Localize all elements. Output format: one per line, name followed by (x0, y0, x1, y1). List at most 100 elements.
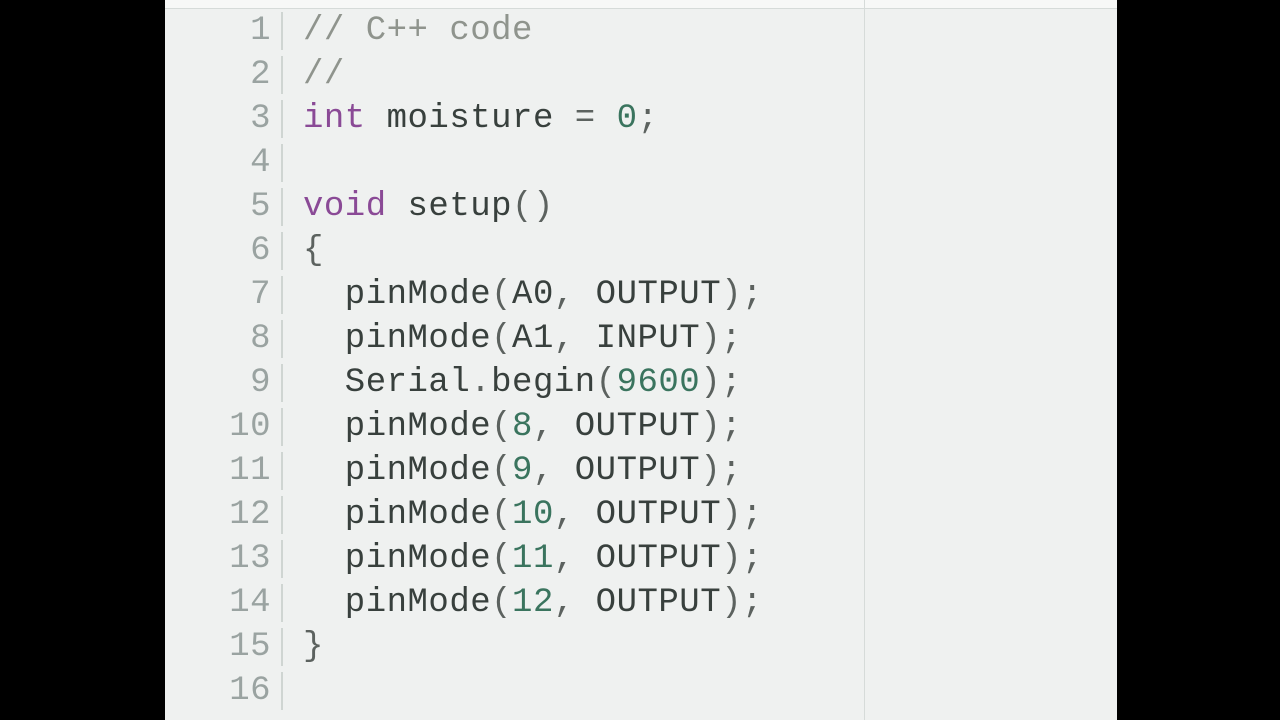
code-token: OUTPUT (596, 276, 721, 314)
code-token: ); (721, 496, 763, 534)
code-text[interactable]: pinMode(10, OUTPUT); (283, 496, 763, 534)
code-token: OUTPUT (575, 408, 700, 446)
code-token: OUTPUT (596, 584, 721, 622)
code-line[interactable]: 12 pinMode(10, OUTPUT); (165, 493, 1117, 537)
code-token: pinMode (303, 452, 491, 490)
code-token: , (533, 452, 575, 490)
code-text[interactable]: pinMode(11, OUTPUT); (283, 540, 763, 578)
code-token: 12 (512, 584, 554, 622)
code-token: // C++ code (303, 12, 533, 50)
code-text[interactable]: { (283, 232, 324, 270)
code-text[interactable]: pinMode(9, OUTPUT); (283, 452, 742, 490)
line-number: 5 (165, 188, 283, 226)
code-token: Serial (303, 364, 470, 402)
code-line[interactable]: 11 pinMode(9, OUTPUT); (165, 449, 1117, 493)
code-token: A0 (512, 276, 554, 314)
code-token: } (303, 628, 324, 666)
code-token: 11 (512, 540, 554, 578)
code-token: ); (721, 540, 763, 578)
code-text[interactable]: } (283, 628, 324, 666)
code-text[interactable]: pinMode(12, OUTPUT); (283, 584, 763, 622)
code-token: 0 (617, 100, 638, 138)
code-token: ( (491, 496, 512, 534)
code-token: ( (491, 276, 512, 314)
code-token: 9 (512, 452, 533, 490)
code-token: . (470, 364, 491, 402)
code-line[interactable]: 13 pinMode(11, OUTPUT); (165, 537, 1117, 581)
code-token: ( (491, 540, 512, 578)
code-token: 9600 (617, 364, 701, 402)
code-token: ( (491, 408, 512, 446)
code-token: ); (700, 364, 742, 402)
code-line[interactable]: 7 pinMode(A0, OUTPUT); (165, 273, 1117, 317)
code-token: , (554, 320, 596, 358)
code-line[interactable]: 9 Serial.begin(9600); (165, 361, 1117, 405)
line-number: 7 (165, 276, 283, 314)
code-token: A1 (512, 320, 554, 358)
code-token: ( (491, 452, 512, 490)
code-token: OUTPUT (575, 452, 700, 490)
code-token: pinMode (303, 584, 491, 622)
code-text[interactable]: pinMode(A0, OUTPUT); (283, 276, 763, 314)
line-number: 8 (165, 320, 283, 358)
line-number: 11 (165, 452, 283, 490)
code-token (596, 100, 617, 138)
line-number: 14 (165, 584, 283, 622)
code-token: ); (721, 276, 763, 314)
code-line[interactable]: 5void setup() (165, 185, 1117, 229)
code-text[interactable]: int moisture = 0; (283, 100, 658, 138)
code-rows[interactable]: 1// C++ code2//3int moisture = 0;45void … (165, 9, 1117, 713)
line-number: 4 (165, 144, 283, 182)
line-number: 12 (165, 496, 283, 534)
code-token: OUTPUT (596, 496, 721, 534)
code-line[interactable]: 16 (165, 669, 1117, 713)
code-token: moisture (366, 100, 575, 138)
code-token: ( (596, 364, 617, 402)
code-line[interactable]: 14 pinMode(12, OUTPUT); (165, 581, 1117, 625)
code-token: ; (637, 100, 658, 138)
code-token: , (554, 584, 596, 622)
code-line[interactable]: 1 // C++ code (165, 9, 1117, 53)
code-token: setup (387, 188, 512, 226)
code-token: INPUT (596, 320, 701, 358)
code-token: ( (491, 584, 512, 622)
code-token: { (303, 232, 324, 270)
code-token: , (554, 540, 596, 578)
code-token: () (512, 188, 554, 226)
code-token: int (303, 100, 366, 138)
line-number: 6 (165, 232, 283, 270)
code-line[interactable]: 10 pinMode(8, OUTPUT); (165, 405, 1117, 449)
code-line[interactable]: 8 pinMode(A1, INPUT); (165, 317, 1117, 361)
code-token: ); (700, 452, 742, 490)
code-token: , (533, 408, 575, 446)
code-token: , (554, 496, 596, 534)
code-token: pinMode (303, 320, 491, 358)
line-number: 3 (165, 100, 283, 138)
code-line[interactable]: 3int moisture = 0; (165, 97, 1117, 141)
code-token: ); (721, 584, 763, 622)
code-editor-pane[interactable]: 1// C++ code2//3int moisture = 0;45void … (165, 0, 1117, 720)
code-line[interactable]: 6{ (165, 229, 1117, 273)
code-text[interactable]: void setup() (283, 188, 554, 226)
line-number: 9 (165, 364, 283, 402)
code-token: begin (491, 364, 596, 402)
code-token: = (575, 100, 596, 138)
code-line[interactable]: 4 (165, 141, 1117, 185)
code-text[interactable]: pinMode(A1, INPUT); (283, 320, 742, 358)
line-number: 10 (165, 408, 283, 446)
code-text[interactable]: Serial.begin(9600); (283, 364, 742, 402)
code-text[interactable]: pinMode(8, OUTPUT); (283, 408, 742, 446)
code-line[interactable]: 15} (165, 625, 1117, 669)
line-number: 16 (165, 672, 283, 710)
code-text[interactable]: // (283, 56, 345, 94)
line-number: 13 (165, 540, 283, 578)
code-token: // (303, 56, 345, 94)
code-token: 10 (512, 496, 554, 534)
code-line[interactable]: 2// (165, 53, 1117, 97)
code-token: pinMode (303, 276, 491, 314)
code-token: pinMode (303, 496, 491, 534)
code-token: ); (700, 408, 742, 446)
line-number: 1 (165, 12, 283, 50)
code-text[interactable]: // C++ code (283, 12, 533, 50)
code-token: 8 (512, 408, 533, 446)
